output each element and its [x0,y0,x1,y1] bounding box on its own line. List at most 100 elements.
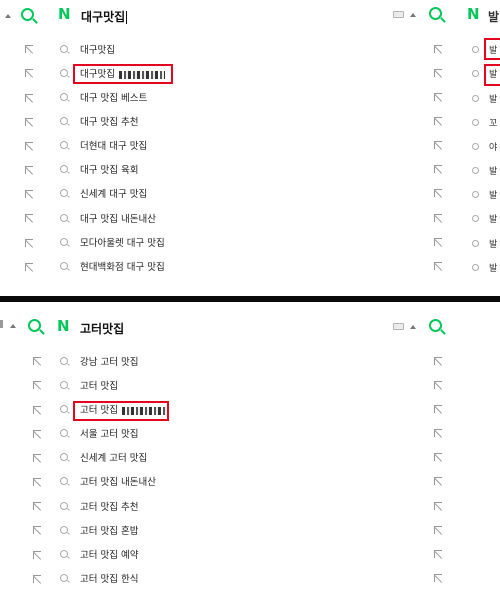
suggestion-item[interactable]: 대구 맛집 베스트 [60,85,450,109]
fill-arrow-icon[interactable] [434,550,442,558]
fill-arrow-icon[interactable] [25,69,33,77]
fill-arrow-icon[interactable] [33,575,41,583]
fill-arrow-icon[interactable] [434,214,442,222]
fill-arrow-icon[interactable] [25,166,33,174]
suggestion-text: 대구 맛집 육회 [80,165,139,176]
edge-suggestion-text: 꼬 [489,119,498,129]
search-icon [60,69,68,77]
search-icon [472,264,479,271]
fill-arrow-icon[interactable] [33,454,41,462]
highlight-box [484,38,500,60]
fill-arrow-icon[interactable] [434,405,442,413]
fill-arrow-icon[interactable] [33,406,41,414]
fill-arrow-icon[interactable] [33,526,41,534]
fill-arrow-icon[interactable] [434,453,442,461]
fill-arrow-icon[interactable] [434,69,442,77]
fill-arrow-icon[interactable] [434,238,442,246]
fill-arrow-icon[interactable] [434,357,442,365]
highlight-box [73,401,169,421]
fill-arrow-icon[interactable] [434,526,442,534]
suggestion-item[interactable]: 고터 맛집 추천 [60,494,450,518]
suggestion-item[interactable]: 고터 맛집 한식 [60,566,450,590]
fill-arrow-icon[interactable] [33,357,41,365]
fill-arrow-icon[interactable] [25,94,33,102]
fill-arrow-icon[interactable] [434,117,442,125]
suggestion-item[interactable]: 더현대 대구 맛집 [60,133,450,157]
edge-suggestion-text: 발 [489,95,498,105]
fill-arrow-icon[interactable] [25,263,33,271]
search-icon [472,167,479,174]
search-icon [472,46,479,53]
fill-arrow-icon[interactable] [33,430,41,438]
search-icon [472,143,479,150]
fill-arrow-icon[interactable] [33,478,41,486]
fill-arrow-icon[interactable] [33,381,41,389]
fill-arrow-icon[interactable] [434,574,442,582]
suggestion-item[interactable]: 신세계 고터 맛집 [60,445,450,469]
search-icon [60,502,68,510]
search-icon [60,357,68,365]
suggestion-text: 고터 맛집 혼밥 [80,526,139,537]
suggestion-text: 고터 맛집 [80,381,118,392]
fill-arrow-icon[interactable] [434,429,442,437]
suggestion-item[interactable]: 서울 고터 맛집 [60,421,450,445]
edge-suggestion-text: 발 [489,264,498,274]
search-icon [60,477,68,485]
search-button[interactable] [429,319,442,332]
fill-arrow-icon[interactable] [434,502,442,510]
fill-arrow-icon[interactable] [434,141,442,149]
suggestion-text: 강남 고터 맛집 [80,357,139,368]
fill-arrow-icon[interactable] [434,477,442,485]
search-icon [60,238,68,246]
fill-arrow-icon[interactable] [434,45,442,53]
search-icon [60,405,68,413]
suggestion-item[interactable]: 현대백화점 대구 맛집 [60,254,450,278]
fill-arrow-icon[interactable] [33,502,41,510]
suggestion-text: 대구맛집 [80,45,115,56]
fill-arrow-icon[interactable] [434,262,442,270]
suggestion-item[interactable]: 강남 고터 맛집 [60,349,450,373]
collapse-arrow-icon[interactable] [5,14,11,18]
fill-arrow-icon[interactable] [25,214,33,222]
suggestion-item[interactable]: 신세계 대구 맛집 [60,181,450,205]
keyboard-icon[interactable] [393,11,404,18]
suggestion-text: 더현대 대구 맛집 [80,141,148,152]
collapse-arrow-icon[interactable] [10,324,16,328]
suggestion-item[interactable]: 대구 맛집 육회 [60,157,450,181]
suggestion-item[interactable]: 대구 맛집 추천 [60,109,450,133]
fill-arrow-icon[interactable] [25,190,33,198]
keyboard-icon[interactable] [393,323,404,330]
suggestion-item[interactable]: 고터 맛집 혼밥 [60,518,450,542]
search-icon [60,45,68,53]
suggestion-item[interactable]: 고터 맛집 [60,373,450,397]
suggestion-item[interactable]: 대구맛집 [60,37,450,61]
search-input[interactable]: 고터맛집 [80,320,124,337]
search-icon [60,453,68,461]
fill-arrow-icon[interactable] [25,239,33,247]
collapse-arrow-icon[interactable] [410,13,416,17]
search-icon [472,240,479,247]
suggestion-item[interactable]: 고터 맛집 예약 [60,542,450,566]
fill-arrow-icon[interactable] [25,142,33,150]
suggestion-item[interactable]: 대구 맛집 내돈내산 [60,206,450,230]
suggestion-item[interactable]: 고터 맛집 내돈내산 [60,469,450,493]
search-input[interactable]: 대구맛집 [81,8,128,25]
search-icon[interactable] [28,319,41,332]
edge-suggestion-text: 발 [489,167,498,177]
fill-arrow-icon[interactable] [434,93,442,101]
search-button[interactable] [429,7,442,20]
suggestion-text: 모다아울렛 대구 맛집 [80,238,165,249]
fill-arrow-icon[interactable] [33,551,41,559]
search-icon [60,429,68,437]
fill-arrow-icon[interactable] [434,381,442,389]
fill-arrow-icon[interactable] [25,45,33,53]
edge-query-text: 발 [488,10,500,24]
suggestion-item[interactable]: 모다아울렛 대구 맛집 [60,230,450,254]
suggestion-text: 대구 맛집 베스트 [80,93,148,104]
search-icon [472,215,479,222]
fill-arrow-icon[interactable] [25,118,33,126]
fill-arrow-icon[interactable] [434,165,442,173]
collapse-arrow-icon[interactable] [410,325,416,329]
search-icon[interactable] [21,8,34,21]
fill-arrow-icon[interactable] [434,189,442,197]
